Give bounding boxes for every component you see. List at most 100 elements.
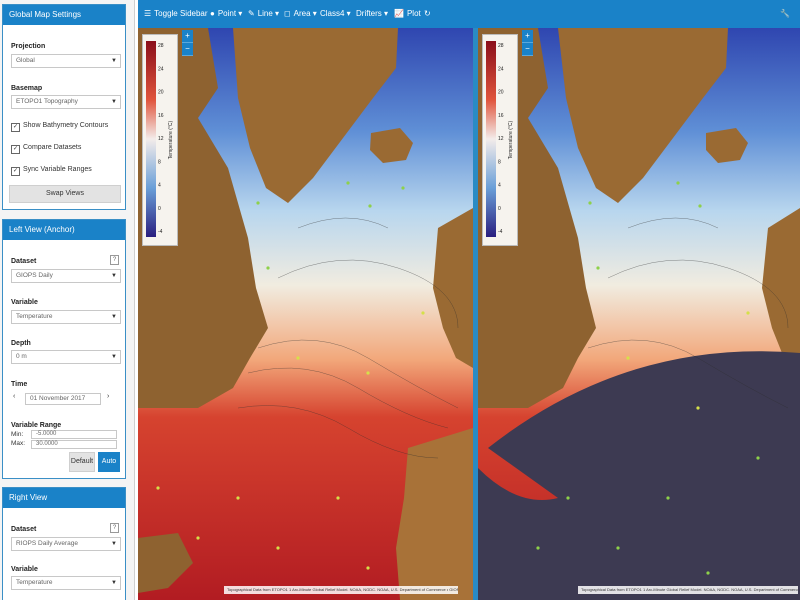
drifters-menu[interactable]: Drifters ▾ xyxy=(356,0,388,28)
map-attribution: Topographical Data from ETOPO1 1 Arc-Min… xyxy=(578,586,798,594)
zoom-in-button[interactable]: + xyxy=(522,30,533,43)
menu-icon: ☰ xyxy=(144,9,152,18)
min-input[interactable]: -5.0000 xyxy=(31,430,117,439)
colorbar-legend: 28 24 20 16 12 8 4 0 -4 Temperature (°C) xyxy=(142,34,178,246)
area-icon: ◻ xyxy=(284,9,291,18)
colorbar-title: Temperature (°C) xyxy=(508,120,514,159)
colorbar-svg: 28 24 20 16 12 8 4 0 -4 Temperature (°C) xyxy=(146,41,174,237)
time-label: Time xyxy=(11,381,28,388)
right-dataset-select[interactable]: RIOPS Daily Average ▼ xyxy=(11,537,121,551)
colorbar-tick-label: 24 xyxy=(498,66,504,72)
colorbar-tick-label: 12 xyxy=(158,136,164,142)
right-variable-select[interactable]: Temperature ▼ xyxy=(11,576,121,590)
right-variable-label: Variable xyxy=(11,566,38,573)
max-label: Max: xyxy=(11,440,26,447)
left-dataset-select[interactable]: GIOPS Daily ▼ xyxy=(11,269,121,283)
colorbar-tick-label: -4 xyxy=(158,229,163,235)
toggle-sidebar-button[interactable]: ☰ Toggle Sidebar xyxy=(144,0,208,28)
colorbar-legend: 28 24 20 16 12 8 4 0 -4 Temperature (°C) xyxy=(482,34,518,246)
chart-icon: 📈 xyxy=(394,9,404,18)
global-map-settings-panel: Global Map Settings Projection Global ▼ B… xyxy=(2,4,126,210)
colorbar-tick-label: 4 xyxy=(498,183,501,189)
time-input[interactable]: 01 November 2017 xyxy=(25,393,101,405)
plot-button[interactable]: 📈 Plot xyxy=(394,0,421,28)
check-icon: ✓ xyxy=(11,123,20,132)
line-menu[interactable]: ✎ Line ▾ xyxy=(248,0,279,28)
colorbar-tick-label: 12 xyxy=(498,136,504,142)
chevron-left-icon[interactable]: ‹ xyxy=(13,393,15,400)
global-settings-title: Global Map Settings xyxy=(3,5,125,25)
colorbar-tick-label: 28 xyxy=(498,43,504,49)
depth-select[interactable]: 0 m ▼ xyxy=(11,350,121,364)
basemap-select[interactable]: ETOPO1 Topography ▼ xyxy=(11,95,121,109)
colorbar-tick-label: 20 xyxy=(158,90,164,96)
colorbar-gradient xyxy=(486,41,496,237)
help-icon[interactable]: ? xyxy=(110,255,119,265)
colorbar-gradient xyxy=(146,41,156,237)
right-map-canvas[interactable] xyxy=(478,28,800,600)
colorbar-title: Temperature (°C) xyxy=(168,120,174,159)
zoom-control: + − xyxy=(182,30,193,56)
refresh-icon[interactable]: ↻ xyxy=(424,0,431,28)
projection-select[interactable]: Global ▼ xyxy=(11,54,121,68)
auto-button[interactable]: Auto xyxy=(98,452,120,472)
zoom-out-button[interactable]: − xyxy=(182,43,193,56)
left-variable-label: Variable xyxy=(11,299,38,306)
colorbar-tick-label: 4 xyxy=(158,183,161,189)
basemap-label: Basemap xyxy=(11,85,43,92)
chevron-down-icon: ▼ xyxy=(111,580,117,586)
chevron-down-icon: ▼ xyxy=(111,273,117,279)
colorbar-tick-label: 28 xyxy=(158,43,164,49)
colorbar-tick-label: 8 xyxy=(498,159,501,165)
check-icon: ✓ xyxy=(11,145,20,154)
left-variable-select[interactable]: Temperature ▼ xyxy=(11,310,121,324)
right-view-panel: Right View Dataset ? RIOPS Daily Average… xyxy=(2,487,126,600)
colorbar-tick-label: 16 xyxy=(498,113,504,119)
map-toolbar: ☰ Toggle Sidebar ● Point ▾ ✎ Line ▾ ◻ Area ▾… xyxy=(138,0,800,28)
point-menu[interactable]: ● Point ▾ xyxy=(210,0,242,28)
colorbar-tick-label: 0 xyxy=(158,206,161,212)
left-dataset-label: Dataset xyxy=(11,258,37,265)
colorbar-tick-label: 24 xyxy=(158,66,164,72)
left-map-canvas[interactable] xyxy=(138,28,473,600)
class4-menu[interactable]: Class4 ▾ xyxy=(320,0,351,28)
depth-label: Depth xyxy=(11,340,31,347)
zoom-in-button[interactable]: + xyxy=(182,30,193,43)
colorbar-tick-label: 16 xyxy=(158,113,164,119)
chevron-down-icon: ▼ xyxy=(111,58,117,64)
wrench-icon[interactable]: 🔧 xyxy=(780,0,790,28)
colorbar-tick-label: 8 xyxy=(158,159,161,165)
max-input[interactable]: 30.0000 xyxy=(31,440,117,449)
right-view-title: Right View xyxy=(3,488,125,508)
projection-label: Projection xyxy=(11,43,46,50)
left-view-title: Left View (Anchor) xyxy=(3,220,125,240)
left-map-view[interactable]: + − 28 24 20 16 12 8 4 0 -4 Temperature (°C) Top… xyxy=(138,28,473,600)
zoom-control: + − xyxy=(522,30,533,56)
zoom-out-button[interactable]: − xyxy=(522,43,533,56)
bathymetry-checkbox[interactable]: ✓ Show Bathymetry Contours xyxy=(11,122,108,132)
min-label: Min: xyxy=(11,431,24,438)
colorbar-tick-label: -4 xyxy=(498,229,503,235)
chevron-down-icon: ▼ xyxy=(111,541,117,547)
range-label: Variable Range xyxy=(11,422,62,429)
point-icon: ● xyxy=(210,9,215,18)
sidebar: Global Map Settings Projection Global ▼ B… xyxy=(0,0,135,600)
sync-ranges-checkbox[interactable]: ✓ Sync Variable Ranges xyxy=(11,166,92,176)
chevron-down-icon: ▼ xyxy=(111,354,117,360)
swap-views-button[interactable]: Swap Views xyxy=(9,185,121,203)
check-icon: ✓ xyxy=(11,167,20,176)
chevron-right-icon[interactable]: › xyxy=(107,393,109,400)
chevron-down-icon: ▼ xyxy=(111,314,117,320)
left-view-panel: Left View (Anchor) Dataset ? GIOPS Daily… xyxy=(2,219,126,479)
colorbar-tick-label: 0 xyxy=(498,206,501,212)
map-attribution: Topographical Data from ETOPO1 1 Arc-Min… xyxy=(224,586,458,594)
right-map-view[interactable]: + − 28 24 20 16 12 8 4 0 -4 Temperature (°C) Top… xyxy=(478,28,800,600)
compare-datasets-checkbox[interactable]: ✓ Compare Datasets xyxy=(11,144,81,154)
colorbar-svg: 28 24 20 16 12 8 4 0 -4 Temperature (°C) xyxy=(486,41,514,237)
default-button[interactable]: Default xyxy=(69,452,95,472)
right-dataset-label: Dataset xyxy=(11,526,37,533)
chevron-down-icon: ▼ xyxy=(111,99,117,105)
help-icon[interactable]: ? xyxy=(110,523,119,533)
area-menu[interactable]: ◻ Area ▾ xyxy=(284,0,317,28)
pencil-icon: ✎ xyxy=(248,9,255,18)
